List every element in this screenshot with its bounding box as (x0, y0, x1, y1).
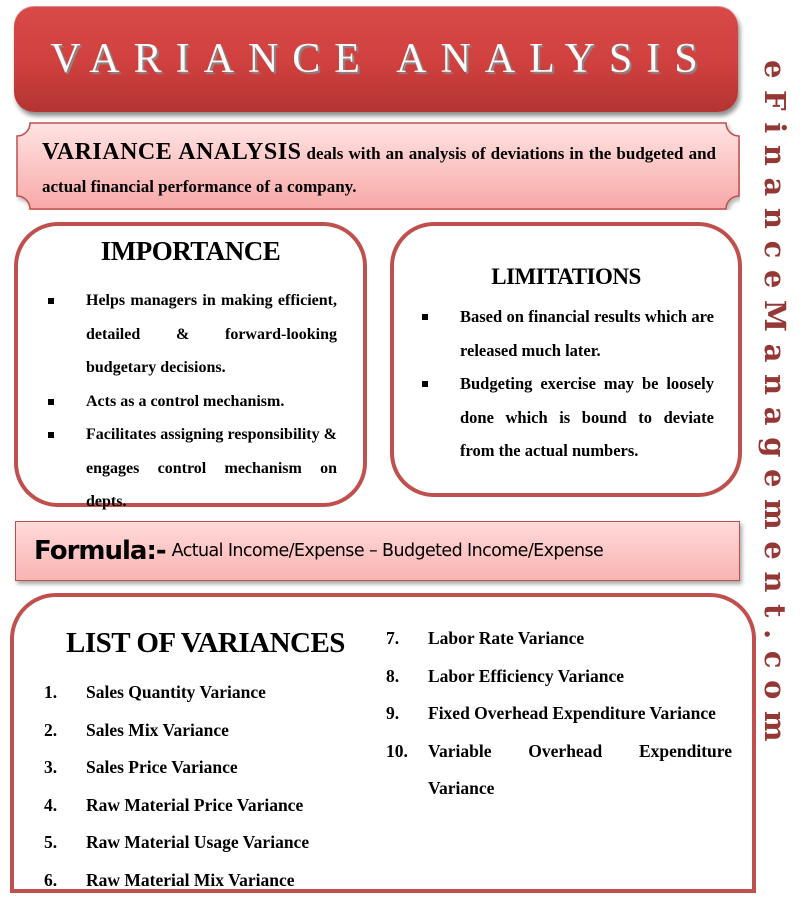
variances-list-right: 7.Labor Rate Variance 8.Labor Efficiency… (386, 620, 732, 808)
page-title: VARIANCE ANALYSIS (40, 35, 711, 83)
list-item: Based on financial results which are rel… (422, 300, 714, 367)
definition-box: VARIANCE ANALYSIS deals with an analysis… (16, 122, 740, 210)
formula-label: Formula:- (34, 536, 166, 566)
list-item: 8.Labor Efficiency Variance (386, 658, 732, 696)
definition-text: VARIANCE ANALYSIS deals with an analysis… (42, 136, 716, 203)
list-item: 3.Sales Price Variance (44, 749, 374, 787)
bullet-square-icon (422, 314, 428, 320)
list-item: Budgeting exercise may be loosely done w… (422, 367, 714, 468)
limitations-list: Based on financial results which are rel… (422, 300, 714, 468)
list-item: 9.Fixed Overhead Expenditure Variance (386, 695, 732, 733)
list-item: 1.Sales Quantity Variance (44, 674, 374, 712)
list-item: 4.Raw Material Price Variance (44, 787, 374, 825)
bullet-square-icon (422, 381, 428, 387)
watermark: eFinanceManagement.com (752, 60, 802, 840)
formula-value: Actual Income/Expense – Budgeted Income/… (172, 541, 604, 561)
importance-list: Helps managers in making efficient, deta… (48, 284, 337, 519)
bullet-square-icon (48, 432, 54, 438)
list-item: 5.Raw Material Usage Variance (44, 824, 374, 862)
importance-heading: IMPORTANCE (18, 236, 363, 267)
variances-box: LIST OF VARIANCES 1.Sales Quantity Varia… (10, 593, 756, 893)
list-item: 10.Variable Overhead Expenditure Varianc… (386, 733, 732, 808)
list-item: Acts as a control mechanism. (48, 385, 337, 419)
watermark-text: eFinanceManagement.com (758, 60, 792, 753)
title-banner: VARIANCE ANALYSIS (14, 6, 738, 112)
formula-box: Formula:- Actual Income/Expense – Budget… (15, 521, 740, 581)
limitations-heading: LIMITATIONS (394, 264, 738, 290)
bullet-square-icon (48, 399, 54, 405)
importance-box: IMPORTANCE Helps managers in making effi… (14, 222, 367, 507)
list-item: 6.Raw Material Mix Variance (44, 862, 374, 899)
list-item: Facilitates assigning responsibility & e… (48, 418, 337, 519)
list-item: Helps managers in making efficient, deta… (48, 284, 337, 385)
bullet-square-icon (48, 298, 54, 304)
variances-list-left: 1.Sales Quantity Variance 2.Sales Mix Va… (44, 674, 374, 899)
limitations-box: LIMITATIONS Based on financial results w… (390, 222, 742, 497)
list-item: 7.Labor Rate Variance (386, 620, 732, 658)
definition-lead: VARIANCE ANALYSIS (42, 139, 301, 165)
list-item: 2.Sales Mix Variance (44, 712, 374, 750)
variances-heading: LIST OF VARIANCES (66, 627, 345, 660)
